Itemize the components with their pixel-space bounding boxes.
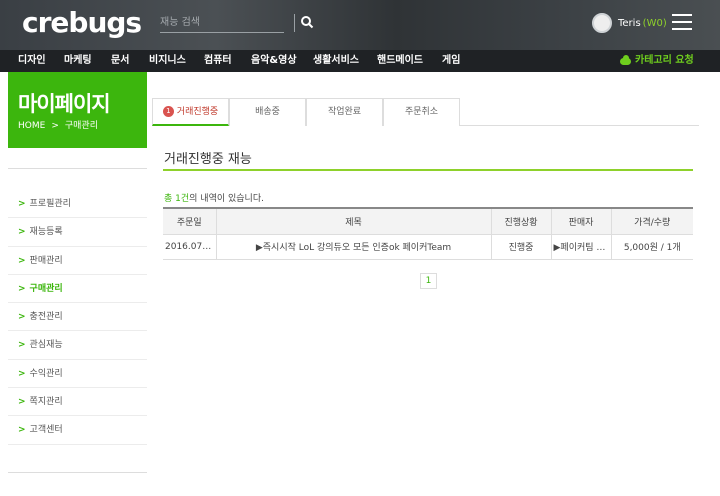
sidebar-item-favorites[interactable]: > 관심재능 — [8, 331, 147, 360]
column-header-status: 진행상황 — [491, 207, 552, 235]
tab-label: 작업완료 — [327, 107, 362, 117]
order-status-tabs: 1 거래진행중 배송중 작업완료 주문취소 — [152, 98, 699, 126]
sidebar-item-label: 쪽지관리 — [29, 397, 63, 408]
sidebar-item-messages[interactable]: > 쪽지관리 — [8, 388, 147, 417]
cloud-icon — [620, 54, 631, 65]
sidebar-item-sales[interactable]: > 판매관리 — [8, 247, 147, 275]
breadcrumb-home[interactable]: HOME — [18, 121, 45, 131]
column-header-seller: 판매자 — [551, 207, 612, 235]
tab-label: 거래진행중 — [176, 107, 219, 117]
sidebar-item-label: 구매관리 — [29, 283, 63, 294]
breadcrumb-current: 구매관리 — [64, 121, 98, 131]
sidebar-menu: > 프로필관리 > 재능등록 > 판매관리 > 구매관리 > 충전관리 > 관심재능 > 수익… — [8, 190, 147, 445]
sidebar-item-label: 프로필관리 — [29, 199, 71, 209]
nav-item-marketing[interactable]: 마케팅 — [64, 50, 92, 72]
breadcrumb-separator: > — [51, 121, 59, 131]
site-header: crebugs Teris (W0) — [0, 0, 720, 50]
user-points: (W0) — [642, 17, 667, 29]
search-divider — [294, 14, 295, 32]
table-header-row: 주문일 제목 진행상황 판매자 가격/수량 — [163, 207, 693, 235]
cell-title-link[interactable]: ▶즉시시작 LoL 강의듀오 모든 인증ok 페이커Team — [216, 234, 492, 260]
sidebar-item-label: 수익관리 — [29, 368, 63, 379]
sidebar-item-label: 충전관리 — [29, 312, 63, 323]
column-header-title: 제목 — [216, 207, 492, 235]
nav-item-music-video[interactable]: 음악&영상 — [251, 50, 297, 72]
chevron-right-icon: > — [18, 397, 26, 408]
section-underline — [163, 169, 693, 171]
page-title-box: 마이페이지 HOME > 구매관리 — [8, 72, 147, 148]
result-count: 총 1건의 내역이 있습니다. — [164, 191, 264, 204]
avatar — [592, 13, 612, 33]
tab-completed[interactable]: 작업완료 — [306, 98, 383, 126]
result-count-suffix: 의 내역이 있습니다. — [189, 194, 264, 204]
orders-table: 주문일 제목 진행상황 판매자 가격/수량 2016.07.12 ▶즉시시작 L… — [163, 207, 693, 260]
nav-item-business[interactable]: 비지니스 — [149, 50, 186, 72]
sidebar-divider — [8, 472, 147, 473]
table-row[interactable]: 2016.07.12 ▶즉시시작 LoL 강의듀오 모든 인증ok 페이커Tea… — [163, 234, 693, 260]
search-box — [160, 13, 284, 33]
column-header-price: 가격/수량 — [611, 207, 693, 235]
tab-label: 주문취소 — [404, 107, 439, 117]
chevron-right-icon: > — [18, 227, 26, 238]
sidebar-item-label: 재능등록 — [29, 227, 63, 238]
tab-label: 배송중 — [255, 107, 280, 117]
user-name: Teris — [618, 17, 641, 29]
nav-item-handmade[interactable]: 핸드메이드 — [377, 50, 423, 72]
sidebar-divider — [8, 168, 147, 169]
chevron-right-icon: > — [18, 368, 26, 379]
nav-item-computer[interactable]: 컴퓨터 — [204, 50, 232, 72]
category-request-label: 카테고리 요청 — [635, 55, 694, 66]
hamburger-menu-icon[interactable] — [672, 14, 692, 30]
search-input[interactable] — [160, 13, 284, 32]
sidebar-item-support[interactable]: > 고객센터 — [8, 416, 147, 445]
column-header-date: 주문일 — [163, 207, 217, 235]
search-icon[interactable] — [300, 15, 314, 29]
sidebar-item-label: 고객센터 — [29, 425, 63, 436]
user-profile[interactable]: Teris (W0) — [592, 12, 667, 34]
result-count-number: 총 1건 — [164, 194, 190, 204]
nav-item-game[interactable]: 게임 — [442, 50, 460, 72]
tab-cancelled[interactable]: 주문취소 — [383, 98, 460, 126]
cell-order-date: 2016.07.12 — [163, 234, 217, 260]
section-title: 거래진행중 재능 — [164, 152, 252, 167]
chevron-right-icon: > — [18, 340, 26, 351]
chevron-right-icon: > — [18, 255, 26, 266]
category-nav: 디자인 마케팅 문서 비지니스 컴퓨터 음악&영상 생활서비스 핸드메이드 게임… — [0, 50, 720, 72]
nav-item-life-service[interactable]: 생활서비스 — [313, 50, 359, 72]
category-request-link[interactable]: 카테고리 요청 — [620, 50, 694, 72]
page-title: 마이페이지 — [18, 92, 111, 116]
sidebar-item-register[interactable]: > 재능등록 — [8, 218, 147, 247]
cell-status: 진행중 — [491, 234, 552, 260]
logo[interactable]: crebugs — [22, 6, 142, 39]
cell-seller-link[interactable]: ▶페이커팀 구… — [551, 234, 612, 260]
chevron-right-icon: > — [18, 199, 26, 209]
tab-count-badge: 1 — [162, 106, 174, 117]
tab-shipping[interactable]: 배송중 — [229, 98, 306, 126]
pagination-page-1[interactable]: 1 — [420, 273, 437, 289]
tab-in-progress[interactable]: 1 거래진행중 — [152, 98, 229, 126]
sidebar-item-label: 판매관리 — [29, 255, 63, 266]
sidebar-item-label: 관심재능 — [29, 340, 63, 351]
sidebar-item-purchases[interactable]: > 구매관리 — [8, 275, 147, 304]
chevron-right-icon: > — [18, 425, 26, 436]
cell-price-quantity: 5,000원 / 1개 — [611, 234, 693, 260]
sidebar-item-charge[interactable]: > 충전관리 — [8, 303, 147, 332]
nav-item-design[interactable]: 디자인 — [18, 50, 46, 72]
nav-item-documents[interactable]: 문서 — [111, 50, 129, 72]
chevron-right-icon: > — [18, 283, 26, 294]
sidebar-item-profile[interactable]: > 프로필관리 — [8, 190, 147, 219]
breadcrumb: HOME > 구매관리 — [18, 118, 98, 131]
chevron-right-icon: > — [18, 312, 26, 323]
sidebar-item-revenue[interactable]: > 수익관리 — [8, 360, 147, 389]
